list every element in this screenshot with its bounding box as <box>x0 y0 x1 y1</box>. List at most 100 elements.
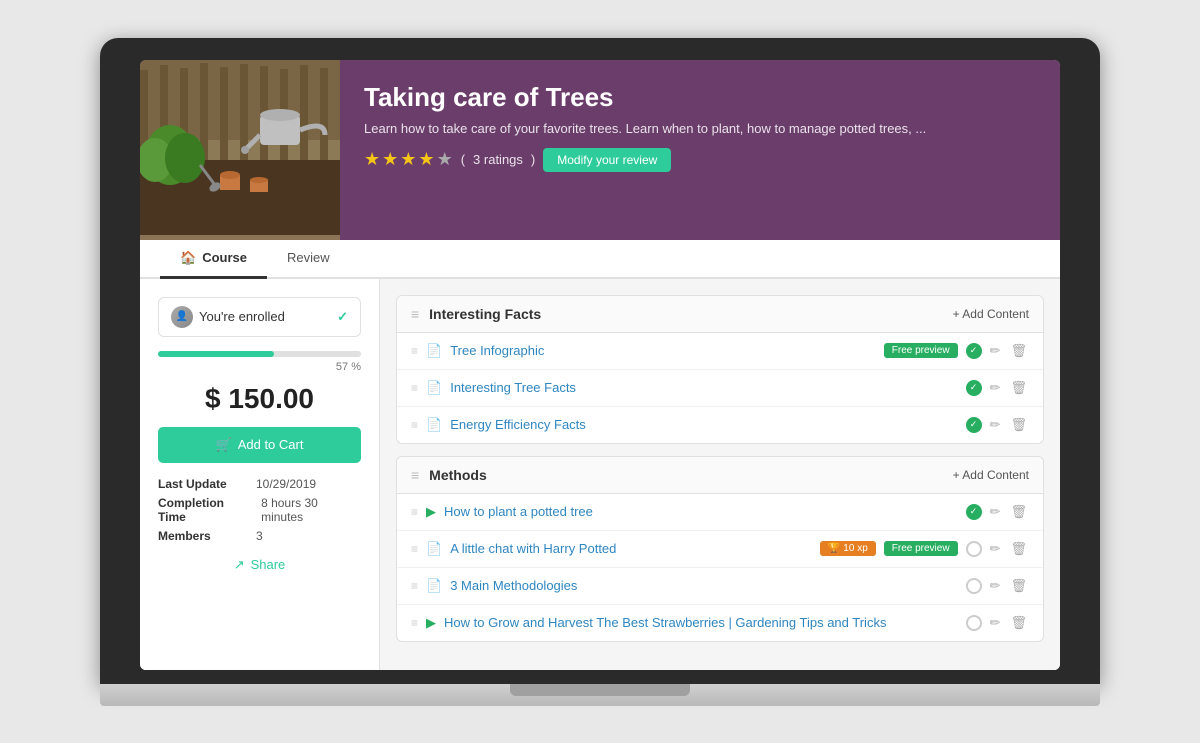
add-content-btn-1[interactable]: + Add Content <box>953 307 1029 321</box>
complete-icon-2[interactable]: ✓ <box>966 380 982 396</box>
add-to-cart-button[interactable]: 🛒 Add to Cart <box>158 427 361 463</box>
drag-handle-r5[interactable]: ≡ <box>411 542 418 556</box>
price: $ 150.00 <box>158 383 361 415</box>
delete-icon-3[interactable]: 🗑 <box>1008 415 1029 435</box>
action-icons-5: ✏ 🗑 <box>966 539 1029 559</box>
content-row-tree-infographic: ≡ 📄 Tree Infographic Free preview ✓ ✏ 🗑 <box>397 333 1043 370</box>
doc-icon-5: 📄 <box>426 578 442 594</box>
xp-icon: 🏆 <box>828 543 840 554</box>
edit-icon-6[interactable]: ✏ <box>988 576 1003 596</box>
avatar: 👤 <box>171 306 193 328</box>
banner-image <box>140 60 340 240</box>
section-1-title: Interesting Facts <box>429 306 541 322</box>
rating-count: ( <box>461 152 465 167</box>
check-icon: ✓ <box>337 309 348 325</box>
drag-handle-r2[interactable]: ≡ <box>411 381 418 395</box>
delete-icon-2[interactable]: 🗑 <box>1008 378 1029 398</box>
delete-icon-7[interactable]: 🗑 <box>1008 613 1029 633</box>
star-rating: ★ ★ ★ ★ ★ <box>364 149 453 170</box>
enrolled-text: You're enrolled <box>199 309 285 324</box>
sidebar: 👤 You're enrolled ✓ 57 % <box>140 279 380 670</box>
share-label: Share <box>251 557 286 572</box>
banner-info: Taking care of Trees Learn how to take c… <box>340 60 1060 240</box>
course-meta: Last Update 10/29/2019 Completion Time 8… <box>158 477 361 543</box>
rating-row: ★ ★ ★ ★ ★ ( 3 ratings ) Modify your revi… <box>364 148 1036 172</box>
star-2: ★ <box>382 149 398 170</box>
tab-course[interactable]: 🏠 Course <box>160 240 267 279</box>
add-content-btn-2[interactable]: + Add Content <box>953 468 1029 482</box>
content-title-how-to-plant[interactable]: How to plant a potted tree <box>444 504 958 519</box>
delete-icon-1[interactable]: 🗑 <box>1008 341 1029 361</box>
main-layout: 👤 You're enrolled ✓ 57 % <box>140 279 1060 670</box>
edit-icon-2[interactable]: ✏ <box>988 378 1003 398</box>
action-icons-1: ✓ ✏ 🗑 <box>966 341 1029 361</box>
drag-handle-r7[interactable]: ≡ <box>411 616 418 630</box>
doc-icon-3: 📄 <box>426 417 442 433</box>
star-3: ★ <box>400 149 416 170</box>
share-link[interactable]: ↗ Share <box>158 557 361 573</box>
screen-content: Taking care of Trees Learn how to take c… <box>140 60 1060 670</box>
delete-icon-6[interactable]: 🗑 <box>1008 576 1029 596</box>
complete-icon-6[interactable] <box>966 578 982 594</box>
delete-icon-5[interactable]: 🗑 <box>1008 539 1029 559</box>
enrolled-badge: 👤 You're enrolled ✓ <box>158 297 361 337</box>
action-icons-2: ✓ ✏ 🗑 <box>966 378 1029 398</box>
progress-bar-fill <box>158 351 274 357</box>
video-icon-1: ▶ <box>426 504 436 520</box>
rating-count-value: 3 ratings <box>473 152 523 167</box>
share-icon: ↗ <box>234 557 245 573</box>
content-title-methodologies[interactable]: 3 Main Methodologies <box>450 578 957 593</box>
complete-icon-3[interactable]: ✓ <box>966 417 982 433</box>
edit-icon-1[interactable]: ✏ <box>988 341 1003 361</box>
members-value: 3 <box>256 529 263 543</box>
complete-icon-1[interactable]: ✓ <box>966 343 982 359</box>
edit-icon-4[interactable]: ✏ <box>988 502 1003 522</box>
laptop-frame: Taking care of Trees Learn how to take c… <box>100 38 1100 706</box>
tab-review[interactable]: Review <box>267 240 350 279</box>
last-update-value: 10/29/2019 <box>256 477 316 491</box>
complete-icon-7[interactable] <box>966 615 982 631</box>
members-label: Members <box>158 529 248 543</box>
content-title-interesting-tree-facts[interactable]: Interesting Tree Facts <box>450 380 957 395</box>
xp-badge: 🏆 10 xp <box>820 541 876 556</box>
section-header-1: ≡ Interesting Facts + Add Content <box>397 296 1043 333</box>
section-methods: ≡ Methods + Add Content ≡ ▶ How to plant… <box>396 456 1044 642</box>
enrolled-left: 👤 You're enrolled <box>171 306 285 328</box>
content-title-tree-infographic[interactable]: Tree Infographic <box>450 343 876 358</box>
complete-icon-4[interactable]: ✓ <box>966 504 982 520</box>
action-icons-6: ✏ 🗑 <box>966 576 1029 596</box>
section-interesting-facts: ≡ Interesting Facts + Add Content ≡ 📄 Tr… <box>396 295 1044 444</box>
progress-label: 57 % <box>158 361 361 373</box>
completion-value: 8 hours 30 minutes <box>261 496 361 524</box>
action-icons-7: ✏ 🗑 <box>966 613 1029 633</box>
drag-handle-r1[interactable]: ≡ <box>411 344 418 358</box>
content-title-grow-strawberries[interactable]: How to Grow and Harvest The Best Strawbe… <box>444 615 958 630</box>
last-update-label: Last Update <box>158 477 248 491</box>
free-preview-badge-1: Free preview <box>884 343 958 358</box>
edit-icon-5[interactable]: ✏ <box>988 539 1003 559</box>
video-icon-2: ▶ <box>426 615 436 631</box>
drag-handle-r3[interactable]: ≡ <box>411 418 418 432</box>
modify-review-button[interactable]: Modify your review <box>543 148 671 172</box>
action-icons-4: ✓ ✏ 🗑 <box>966 502 1029 522</box>
content-row-how-to-plant: ≡ ▶ How to plant a potted tree ✓ ✏ 🗑 <box>397 494 1043 531</box>
content-title-energy-efficiency-facts[interactable]: Energy Efficiency Facts <box>450 417 957 432</box>
drag-handle-1[interactable]: ≡ <box>411 306 419 322</box>
drag-handle-r4[interactable]: ≡ <box>411 505 418 519</box>
laptop-base <box>100 684 1100 706</box>
add-to-cart-label: Add to Cart <box>238 437 304 452</box>
drag-handle-r6[interactable]: ≡ <box>411 579 418 593</box>
edit-icon-7[interactable]: ✏ <box>988 613 1003 633</box>
content-title-little-chat[interactable]: A little chat with Harry Potted <box>450 541 812 556</box>
cart-icon: 🛒 <box>216 437 232 453</box>
drag-handle-s2[interactable]: ≡ <box>411 467 419 483</box>
course-title: Taking care of Trees <box>364 82 1036 113</box>
action-icons-3: ✓ ✏ 🗑 <box>966 415 1029 435</box>
garden-image <box>140 60 340 235</box>
meta-last-update: Last Update 10/29/2019 <box>158 477 361 491</box>
content-row-energy-efficiency-facts: ≡ 📄 Energy Efficiency Facts ✓ ✏ 🗑 <box>397 407 1043 443</box>
content-area: ≡ Interesting Facts + Add Content ≡ 📄 Tr… <box>380 279 1060 670</box>
complete-icon-5[interactable] <box>966 541 982 557</box>
edit-icon-3[interactable]: ✏ <box>988 415 1003 435</box>
delete-icon-4[interactable]: 🗑 <box>1008 502 1029 522</box>
